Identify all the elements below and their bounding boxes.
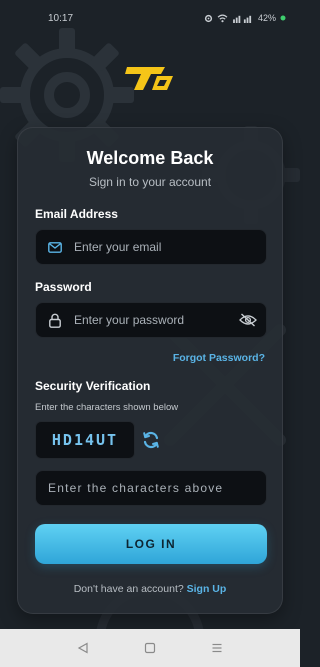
- security-verification-label: Security Verification: [35, 379, 151, 393]
- status-bar: 10:17 42%: [0, 0, 300, 40]
- status-time: 10:17: [48, 12, 74, 24]
- signup-link[interactable]: Sign Up: [187, 583, 227, 595]
- login-button[interactable]: LOG IN: [35, 524, 267, 564]
- lock-icon: [36, 313, 74, 328]
- refresh-icon[interactable]: [142, 431, 160, 449]
- password-label: Password: [35, 280, 92, 294]
- settings-status-icon: [204, 14, 213, 22]
- home-square-icon[interactable]: [140, 638, 160, 658]
- captcha-hint: Enter the characters shown below: [35, 402, 179, 413]
- password-field[interactable]: [35, 302, 267, 338]
- battery-icon: [280, 15, 286, 21]
- system-nav-bar: [0, 629, 300, 667]
- signal-icon: [233, 15, 252, 23]
- captcha-field[interactable]: [35, 470, 267, 506]
- email-field[interactable]: [35, 229, 267, 265]
- captcha-input[interactable]: [36, 471, 266, 505]
- brand-logo-icon: [125, 67, 173, 90]
- signup-row: Don't have an account? Sign Up: [18, 583, 282, 595]
- captcha-code: HD14UT: [35, 421, 135, 459]
- page-title: Welcome Back: [86, 148, 214, 168]
- signup-prompt: Don't have an account?: [73, 583, 184, 595]
- eye-off-icon[interactable]: [230, 313, 266, 327]
- password-input[interactable]: [74, 303, 230, 337]
- status-icons: 42%: [204, 13, 286, 23]
- login-card: Welcome Back Sign in to your account Ema…: [17, 127, 283, 614]
- email-label: Email Address: [35, 207, 118, 221]
- page-subtitle: Sign in to your account: [88, 175, 212, 189]
- email-input[interactable]: [74, 230, 266, 264]
- back-triangle-icon[interactable]: [73, 638, 93, 658]
- wifi-icon: [217, 14, 228, 22]
- mail-icon: [36, 241, 74, 253]
- battery-percent: 42%: [257, 13, 276, 23]
- forgot-password-link[interactable]: Forgot Password?: [173, 352, 265, 364]
- recents-menu-icon[interactable]: [207, 638, 227, 658]
